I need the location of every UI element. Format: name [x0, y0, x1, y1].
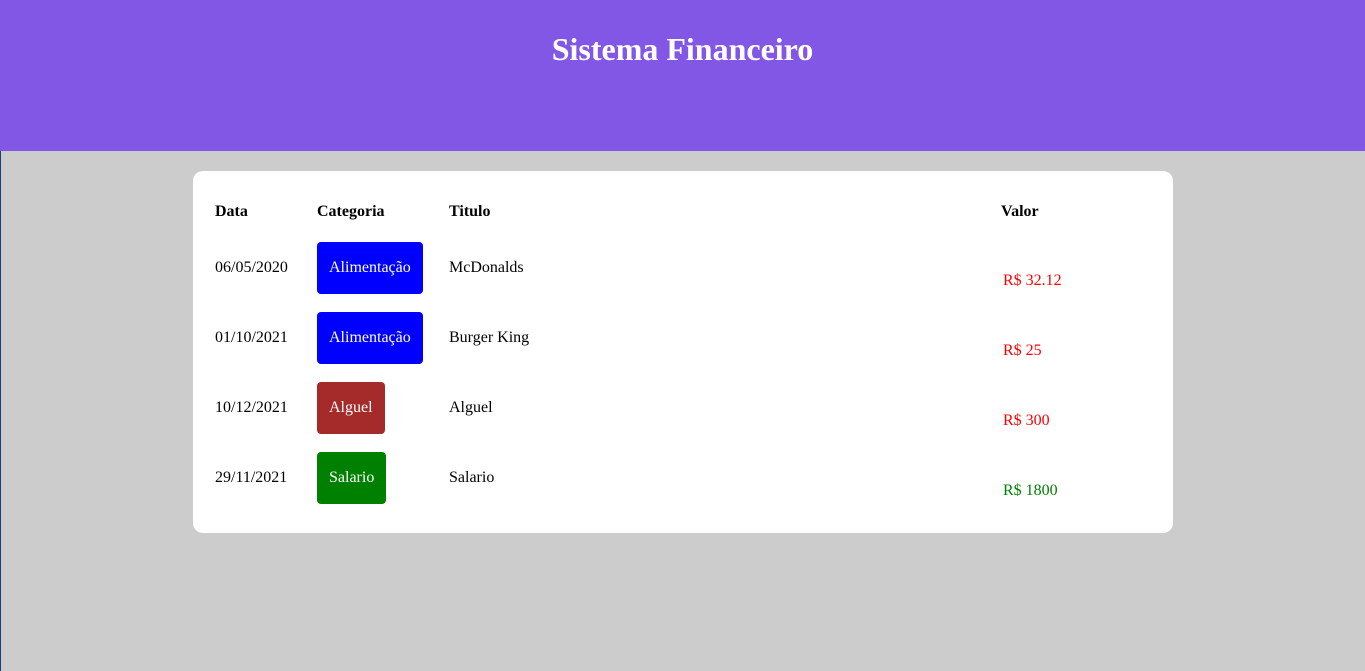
app-header: Sistema Financeiro [0, 0, 1365, 151]
transactions-table: Data Categoria Titulo Valor 06/05/2020 A… [213, 191, 1153, 513]
table-row: 29/11/2021 Salario Salario R$ 1800 [213, 443, 1153, 513]
column-header-value: Valor [1001, 203, 1039, 220]
row-value: R$ 25 [1003, 342, 1042, 359]
table-row: 10/12/2021 Alguel Alguel R$ 300 [213, 373, 1153, 443]
category-badge: Alimentação [317, 312, 423, 364]
row-value: R$ 300 [1003, 412, 1050, 429]
table-row: 06/05/2020 Alimentação McDonalds R$ 32.1… [213, 233, 1153, 303]
row-value: R$ 1800 [1003, 482, 1058, 499]
table-row: 01/10/2021 Alimentação Burger King R$ 25 [213, 303, 1153, 373]
column-header-date: Data [215, 203, 248, 220]
row-date: 29/11/2021 [215, 469, 288, 486]
row-title: Salario [449, 469, 495, 486]
row-date: 01/10/2021 [215, 329, 288, 346]
category-badge: Salario [317, 452, 387, 504]
row-date: 10/12/2021 [215, 399, 288, 416]
row-title: McDonalds [449, 259, 524, 276]
row-date: 06/05/2020 [215, 259, 288, 276]
transactions-card: Data Categoria Titulo Valor 06/05/2020 A… [193, 171, 1173, 533]
table-header-row: Data Categoria Titulo Valor [213, 191, 1153, 233]
row-value: R$ 32.12 [1003, 272, 1062, 289]
column-header-category: Categoria [317, 203, 385, 220]
row-title: Burger King [449, 329, 530, 346]
category-badge: Alimentação [317, 242, 423, 294]
page-title: Sistema Financeiro [551, 31, 814, 67]
column-header-title: Titulo [449, 203, 491, 220]
row-title: Alguel [449, 399, 493, 416]
category-badge: Alguel [317, 382, 385, 434]
